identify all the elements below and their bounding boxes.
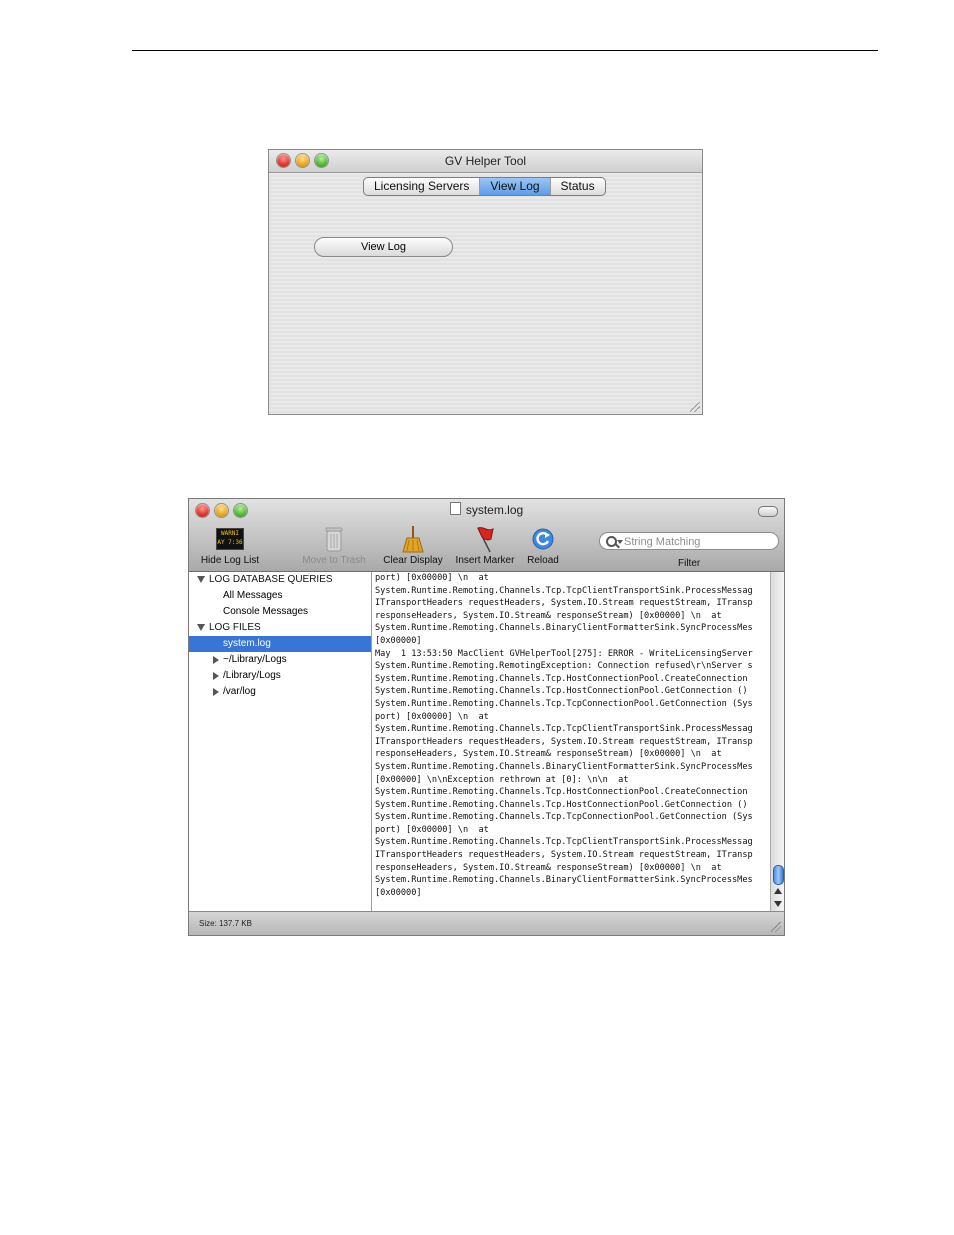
scrollbar-thumb[interactable] [773, 865, 784, 885]
filter-label: Filter [678, 558, 701, 569]
log-text-view[interactable]: port) [0x00000] \n at System.Runtime.Remo… [372, 572, 769, 911]
log-window-title: system.log [189, 502, 784, 517]
window-title: GV Helper Tool [444, 154, 527, 168]
log-line: System.Runtime.Remoting.RemotingExceptio… [375, 661, 753, 672]
log-line: port) [0x00000] \n at [375, 573, 489, 583]
log-line: [0x00000] \n\nException rethrown at [0]:… [375, 774, 629, 785]
reload-label: Reload [527, 555, 559, 566]
log-line: System.Runtime.Remoting.Channels.Tcp.Hos… [375, 787, 748, 798]
log-line: [0x00000] [375, 635, 422, 646]
log-line: [0x00000] [375, 887, 422, 898]
toolbar-toggle-button[interactable] [758, 506, 778, 517]
reload-icon [532, 528, 554, 550]
log-line: System.Runtime.Remoting.Channels.Tcp.Tcp… [375, 837, 753, 848]
reload-button[interactable]: Reload [522, 525, 564, 566]
flag-marker-icon [477, 527, 494, 553]
log-line: System.Runtime.Remoting.Channels.BinaryC… [375, 623, 753, 634]
clear-display-label: Clear Display [383, 555, 443, 566]
tab-status[interactable]: Status [551, 178, 605, 195]
log-list-sidebar: LOG DATABASE QUERIES All Messages Consol… [189, 572, 372, 911]
view-log-button[interactable]: View Log [314, 237, 453, 257]
sidebar-item-user-library-logs[interactable]: ~/Library/Logs [189, 652, 371, 668]
broom-icon [402, 526, 424, 553]
search-dropdown-icon[interactable] [617, 540, 623, 544]
minimize-button[interactable] [296, 154, 309, 167]
tab-bar: Licensing Servers View Log Status [363, 177, 606, 196]
zoom-button[interactable] [315, 154, 328, 167]
sidebar-item-console-messages[interactable]: Console Messages [189, 604, 371, 620]
search-input[interactable]: String Matching [599, 532, 779, 550]
log-line: port) [0x00000] \n at [375, 711, 489, 722]
log-window-title-text: system.log [465, 503, 524, 517]
close-button[interactable] [277, 154, 290, 167]
log-line: responseHeaders, System.IO.Stream& respo… [375, 749, 722, 760]
tab-view-log[interactable]: View Log [480, 178, 551, 195]
status-bar: Size: 137.7 KB [189, 911, 784, 935]
move-to-trash-label: Move to Trash [302, 555, 366, 566]
clear-display-button[interactable]: Clear Display [380, 525, 446, 566]
insert-marker-button[interactable]: Insert Marker [452, 525, 518, 566]
move-to-trash-button[interactable]: Move to Trash [299, 525, 369, 566]
file-size-status: Size: 137.7 KB [199, 919, 252, 928]
system-log-window: system.log WARNI AY 7:36 Hide Log List M… [188, 498, 785, 936]
gv-helper-tool-window: GV Helper Tool Licensing Servers View Lo… [268, 149, 703, 415]
log-line: May 1 13:53:50 MacClient GVHelperTool[27… [375, 648, 753, 659]
log-line: System.Runtime.Remoting.Channels.Tcp.Tcp… [375, 724, 753, 735]
log-line: System.Runtime.Remoting.Channels.BinaryC… [375, 761, 753, 772]
log-line: ITransportHeaders requestHeaders, System… [375, 850, 753, 861]
log-scrollbar[interactable] [770, 572, 784, 911]
sidebar-item-system-log[interactable]: system.log [189, 636, 371, 652]
log-line: System.Runtime.Remoting.Channels.Tcp.Tcp… [375, 698, 753, 709]
log-line: responseHeaders, System.IO.Stream& respo… [375, 862, 722, 873]
log-line: System.Runtime.Remoting.Channels.Tcp.Hos… [375, 799, 748, 810]
sidebar-group-log-files[interactable]: LOG FILES [189, 620, 371, 636]
scroll-down-arrow-icon[interactable] [774, 901, 782, 907]
hide-log-list-label: Hide Log List [200, 555, 260, 566]
gv-helper-content: Licensing Servers View Log Status View L… [269, 173, 702, 414]
tab-licensing-servers[interactable]: Licensing Servers [364, 178, 481, 195]
log-line: System.Runtime.Remoting.Channels.Tcp.Hos… [375, 673, 748, 684]
trash-icon [325, 527, 343, 552]
log-line: port) [0x00000] \n at [375, 824, 489, 835]
hide-log-list-button[interactable]: WARNI AY 7:36 Hide Log List [197, 525, 263, 566]
page-header-rule [132, 50, 878, 51]
resize-grip-icon[interactable] [690, 402, 700, 412]
log-line: System.Runtime.Remoting.Channels.BinaryC… [375, 875, 753, 886]
log-window-toolbar: system.log WARNI AY 7:36 Hide Log List M… [189, 499, 784, 572]
search-placeholder: String Matching [624, 536, 701, 548]
scroll-up-arrow-icon[interactable] [774, 888, 782, 894]
document-icon [449, 502, 461, 515]
sidebar-item-all-messages[interactable]: All Messages [189, 588, 371, 604]
log-line: ITransportHeaders requestHeaders, System… [375, 598, 753, 609]
insert-marker-label: Insert Marker [455, 555, 515, 566]
sidebar-item-library-logs[interactable]: /Library/Logs [189, 668, 371, 684]
log-line: ITransportHeaders requestHeaders, System… [375, 736, 753, 747]
sidebar-group-log-database-queries[interactable]: LOG DATABASE QUERIES [189, 572, 371, 588]
resize-grip-icon[interactable] [771, 922, 781, 932]
search-icon [606, 536, 617, 547]
log-line: System.Runtime.Remoting.Channels.Tcp.Tcp… [375, 812, 753, 823]
log-line: System.Runtime.Remoting.Channels.Tcp.Tcp… [375, 585, 753, 596]
sidebar-item-var-log[interactable]: /var/log [189, 684, 371, 700]
console-warning-icon: WARNI AY 7:36 [216, 528, 244, 550]
log-line: System.Runtime.Remoting.Channels.Tcp.Hos… [375, 686, 748, 697]
gv-helper-titlebar[interactable]: GV Helper Tool [269, 150, 702, 173]
log-line: responseHeaders, System.IO.Stream& respo… [375, 610, 722, 621]
